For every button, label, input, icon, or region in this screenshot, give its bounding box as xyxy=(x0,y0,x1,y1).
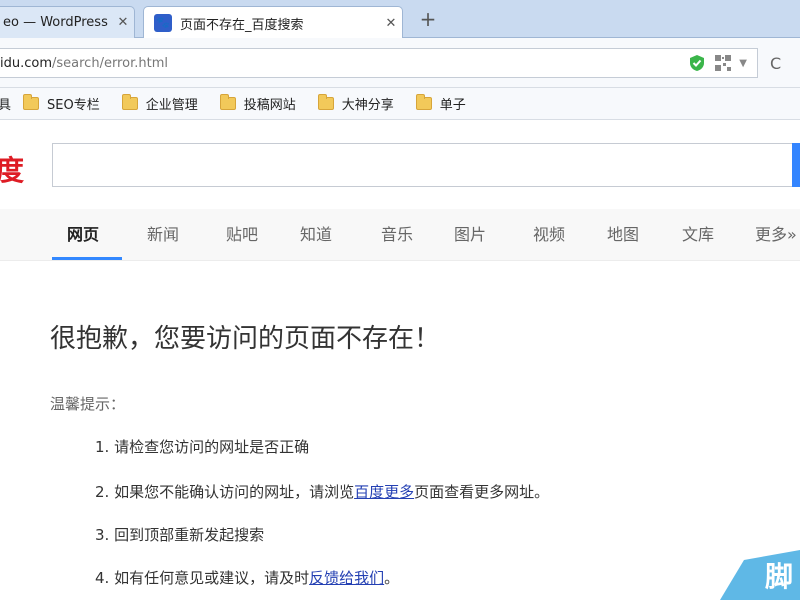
folder-icon xyxy=(23,94,40,110)
bookmark-expert-share[interactable]: 大神分享 xyxy=(317,94,394,113)
shield-icon[interactable] xyxy=(689,54,705,72)
bookmark-tools[interactable]: 具 xyxy=(0,94,11,113)
watermark-text: 脚 xyxy=(765,560,794,593)
tab-baidu-search[interactable]: 🐾 页面不存在_百度搜索 ✕ xyxy=(143,6,403,39)
tip-text: 2. 如果您不能确认访问的网址，请浏览 xyxy=(95,483,355,501)
tip-label: 温馨提示： xyxy=(50,395,126,413)
feedback-link[interactable]: 反馈给我们 xyxy=(309,569,384,587)
tab-more[interactable]: 更多» xyxy=(755,221,797,245)
tip-item: 4. 如有任何意见或建议，请及时反馈给我们。 xyxy=(95,567,399,588)
folder-icon xyxy=(219,94,236,110)
error-title: 很抱歉，您要访问的页面不存在！ xyxy=(50,324,441,354)
tip-item: 2. 如果您不能确认访问的网址，请浏览百度更多页面查看更多网址。 xyxy=(95,481,549,502)
tab-title: eo — WordPress xyxy=(3,15,108,30)
bookmark-label: 投稿网站 xyxy=(243,98,296,113)
baidu-more-link[interactable]: 百度更多 xyxy=(354,483,414,501)
bookmark-submit-sites[interactable]: 投稿网站 xyxy=(219,94,296,113)
tab-news[interactable]: 新闻 xyxy=(147,221,179,245)
tab-music[interactable]: 音乐 xyxy=(381,221,413,245)
tab-wordpress[interactable]: eo — WordPress ✕ xyxy=(0,6,135,38)
tab-zhidao[interactable]: 知道 xyxy=(300,221,332,245)
url-input[interactable]: idu.com/search/error.html ▼ xyxy=(0,48,758,78)
search-input[interactable] xyxy=(52,143,794,187)
tip-text: 页面查看更多网址。 xyxy=(414,483,550,501)
close-icon[interactable]: ✕ xyxy=(112,15,134,30)
refresh-icon[interactable]: C xyxy=(770,54,781,73)
tip-item: 1. 请检查您访问的网址是否正确 xyxy=(95,436,309,457)
baidu-paw-icon: 🐾 xyxy=(154,14,172,32)
tab-web[interactable]: 网页 xyxy=(67,221,99,245)
bookmark-orders[interactable]: 单子 xyxy=(415,94,466,113)
folder-icon xyxy=(415,94,432,110)
folder-icon xyxy=(121,94,138,110)
bookmark-label: 大神分享 xyxy=(341,98,394,113)
tip-text: 1. 请检查您访问的网址是否正确 xyxy=(95,438,310,456)
baidu-logo[interactable]: 度 xyxy=(0,149,24,189)
active-tab-indicator xyxy=(52,257,122,260)
bookmark-label: SEO专栏 xyxy=(47,98,100,113)
bookmark-label: 单子 xyxy=(439,98,466,113)
tip-text: 。 xyxy=(384,569,400,587)
tip-text: 4. 如有任何意见或建议，请及时 xyxy=(95,569,310,587)
url-host: idu.com xyxy=(0,55,52,71)
tab-title: 页面不存在_百度搜索 xyxy=(180,17,304,33)
address-bar-row: idu.com/search/error.html ▼ C xyxy=(0,38,800,88)
search-button[interactable] xyxy=(792,143,800,187)
new-tab-button[interactable]: + xyxy=(416,6,440,32)
tab-video[interactable]: 视频 xyxy=(533,221,565,245)
bookmark-seo[interactable]: SEO专栏 xyxy=(23,94,100,113)
bookmarks-bar: 具 SEO专栏 企业管理 投稿网站 大神分享 单子 xyxy=(0,88,800,120)
tip-item: 3. 回到顶部重新发起搜索 xyxy=(95,524,264,545)
tip-text: 3. 回到顶部重新发起搜索 xyxy=(95,526,265,544)
chevron-down-icon[interactable]: ▼ xyxy=(739,58,747,69)
tab-tieba[interactable]: 贴吧 xyxy=(226,221,258,245)
tab-images[interactable]: 图片 xyxy=(454,221,486,245)
bookmark-enterprise[interactable]: 企业管理 xyxy=(121,94,198,113)
browser-tab-bar: eo — WordPress ✕ 🐾 页面不存在_百度搜索 ✕ + xyxy=(0,0,800,39)
close-icon[interactable]: ✕ xyxy=(380,16,402,31)
search-category-nav: 网页 新闻 贴吧 知道 音乐 图片 视频 地图 文库 更多» xyxy=(0,209,800,261)
url-path: /search/error.html xyxy=(52,55,168,71)
bookmark-label: 企业管理 xyxy=(145,98,198,113)
url-text: idu.com/search/error.html xyxy=(0,56,689,71)
tab-map[interactable]: 地图 xyxy=(607,221,639,245)
baidu-header: 度 xyxy=(0,121,800,209)
tab-wenku[interactable]: 文库 xyxy=(682,221,714,245)
bookmark-label: 具 xyxy=(0,98,12,113)
qr-code-icon[interactable] xyxy=(715,55,732,71)
folder-icon xyxy=(317,94,334,110)
